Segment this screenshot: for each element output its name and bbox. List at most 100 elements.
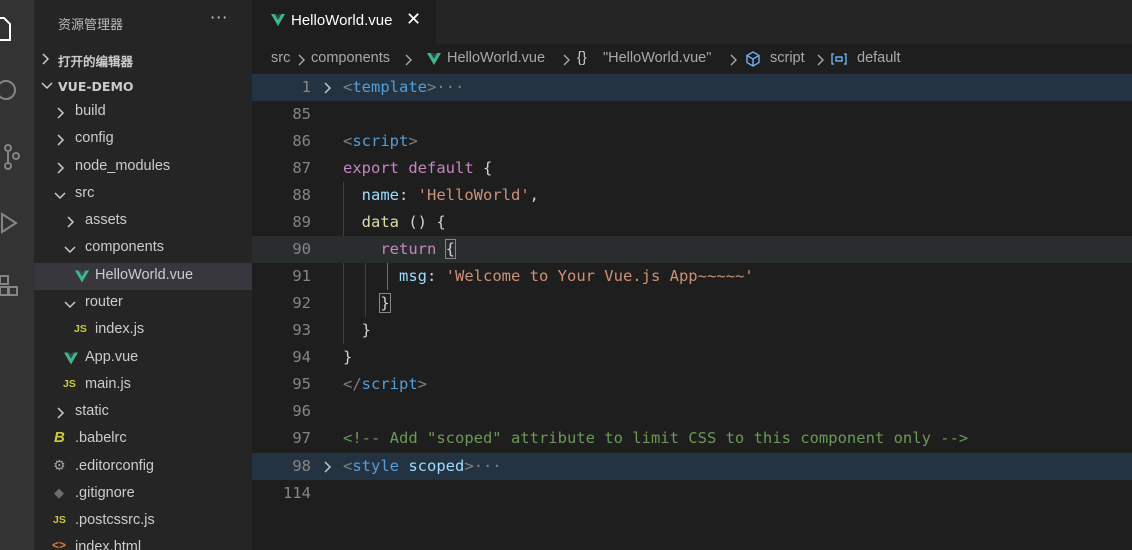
braces-icon: {} [577, 50, 587, 66]
run-debug-icon[interactable] [0, 206, 20, 240]
tab-helloworld-vue[interactable]: HelloWorld.vue ✕ [252, 0, 436, 44]
more-actions-icon[interactable]: ··· [210, 8, 228, 27]
tree-item-index-js[interactable]: JS index.js [34, 317, 252, 344]
vue-file-icon [271, 14, 285, 26]
tree-item-index-html[interactable]: <> index.html [34, 535, 252, 550]
chevron-right-icon [42, 53, 50, 65]
code-line-93[interactable]: 93 } [252, 317, 1132, 344]
breadcrumb-file[interactable]: HelloWorld.vue [447, 50, 545, 66]
tree-item-label: config [75, 130, 114, 146]
editor-tab-bar: HelloWorld.vue ✕ [252, 0, 1132, 44]
project-section[interactable]: VUE-DEMO [34, 74, 252, 100]
tree-item-assets[interactable]: assets [34, 208, 252, 235]
code-line-88[interactable]: 88 name: 'HelloWorld', [252, 182, 1132, 209]
code-line-97[interactable]: 97 <!-- Add "scoped" attribute to limit … [252, 425, 1132, 452]
line-number: 98 [292, 457, 311, 475]
chevron-right-icon [57, 407, 65, 419]
project-label: VUE-DEMO [58, 79, 134, 94]
code-line-87[interactable]: 87 export default { [252, 155, 1132, 182]
vue-file-icon [75, 270, 89, 283]
chevron-right-icon [405, 54, 412, 66]
close-icon[interactable]: ✕ [406, 9, 421, 30]
chevron-right-icon [57, 134, 65, 146]
tree-item-babelrc[interactable]: B .babelrc [34, 426, 252, 453]
chevron-down-icon [54, 192, 66, 200]
tag-bracket: > [427, 78, 437, 96]
tree-item-build[interactable]: build [34, 99, 252, 126]
code-text: export default { [343, 159, 493, 177]
tree-item-label: .babelrc [75, 430, 127, 446]
line-number: 92 [292, 294, 311, 312]
tag-bracket: < [343, 78, 353, 96]
breadcrumb-src[interactable]: src [271, 50, 290, 66]
explorer-title: 资源管理器 [58, 18, 124, 33]
code-text: </script> [343, 375, 428, 393]
tree-item-router[interactable]: router [34, 290, 252, 317]
tree-item-editorconfig[interactable]: ⚙ .editorconfig [34, 454, 252, 481]
tree-item-node-modules[interactable]: node_modules [34, 154, 252, 181]
search-icon[interactable] [0, 74, 20, 108]
tree-item-label: App.vue [85, 349, 139, 365]
code-text: <script> [343, 132, 418, 150]
code-text: <style scoped>··· [343, 457, 502, 475]
code-line-96[interactable]: 96 [252, 398, 1132, 425]
tree-item-postcssrc-js[interactable]: JS .postcssrc.js [34, 508, 252, 535]
breadcrumb-default[interactable]: default [857, 50, 901, 66]
tab-title: HelloWorld.vue [291, 12, 393, 29]
line-number: 86 [292, 132, 311, 150]
chevron-right-icon[interactable] [324, 461, 332, 473]
matched-bracket: } [379, 293, 391, 313]
explorer-header: 资源管理器 ··· [34, 0, 252, 44]
code-line-92[interactable]: 92 } [252, 290, 1132, 317]
chevron-right-icon [563, 54, 570, 66]
code-line-85[interactable]: 85 [252, 101, 1132, 128]
code-text: name: 'HelloWorld', [361, 186, 539, 204]
tree-item-static[interactable]: static [34, 399, 252, 426]
code-editor[interactable]: 1 <template>··· 85 86 <script> 87 export… [252, 74, 1132, 550]
breadcrumb-component[interactable]: "HelloWorld.vue" [603, 50, 711, 66]
gear-file-icon: ⚙ [53, 457, 66, 473]
tree-item-gitignore[interactable]: ◆ .gitignore [34, 481, 252, 508]
code-text: } [343, 348, 353, 366]
tree-item-config[interactable]: config [34, 126, 252, 153]
vue-file-icon [64, 352, 78, 365]
explorer-icon[interactable] [0, 12, 20, 46]
tree-item-src[interactable]: src [34, 181, 252, 208]
tree-item-label: HelloWorld.vue [95, 267, 194, 283]
code-line-89[interactable]: 89 data () { [252, 209, 1132, 236]
chevron-down-icon [64, 246, 76, 254]
code-line-86[interactable]: 86 <script> [252, 128, 1132, 155]
chevron-right-icon[interactable] [324, 82, 332, 94]
tree-item-label: node_modules [75, 158, 171, 174]
breadcrumb-components[interactable]: components [311, 50, 390, 66]
tree-item-label: main.js [85, 376, 131, 392]
explorer-sidebar: 资源管理器 ··· 打开的编辑器 VUE-DEMO build config n… [34, 0, 252, 550]
tree-item-main-js[interactable]: JS main.js [34, 372, 252, 399]
line-number: 89 [292, 213, 311, 231]
line-number: 97 [292, 429, 311, 447]
tree-item-components[interactable]: components [34, 235, 252, 262]
code-line-90[interactable]: 90 return { [252, 236, 1132, 263]
folded-ellipsis: ··· [436, 78, 465, 96]
code-line-91[interactable]: 91 msg: 'Welcome to Your Vue.js App~~~~~… [252, 263, 1132, 290]
open-editors-section[interactable]: 打开的编辑器 [34, 46, 252, 72]
chevron-right-icon [817, 54, 824, 66]
folded-ellipsis: ··· [473, 457, 502, 475]
line-number: 1 [301, 78, 311, 96]
code-line-1[interactable]: 1 <template>··· [252, 74, 1132, 101]
code-text: data () { [361, 213, 446, 231]
extensions-icon[interactable] [0, 270, 20, 304]
chevron-right-icon [298, 54, 305, 66]
breadcrumb-script[interactable]: script [770, 50, 805, 66]
tree-item-app-vue[interactable]: App.vue [34, 345, 252, 372]
activity-bar [0, 0, 34, 550]
tree-item-helloworld-vue[interactable]: HelloWorld.vue [34, 263, 252, 290]
code-line-114[interactable]: 114 [252, 480, 1132, 507]
tree-item-label: assets [85, 212, 127, 228]
code-line-98[interactable]: 98 <style scoped>··· [252, 453, 1132, 480]
source-control-icon[interactable] [0, 140, 20, 174]
matched-bracket: { [444, 239, 457, 259]
code-line-95[interactable]: 95 </script> [252, 371, 1132, 398]
code-line-94[interactable]: 94 } [252, 344, 1132, 371]
js-file-icon: JS [74, 323, 87, 335]
